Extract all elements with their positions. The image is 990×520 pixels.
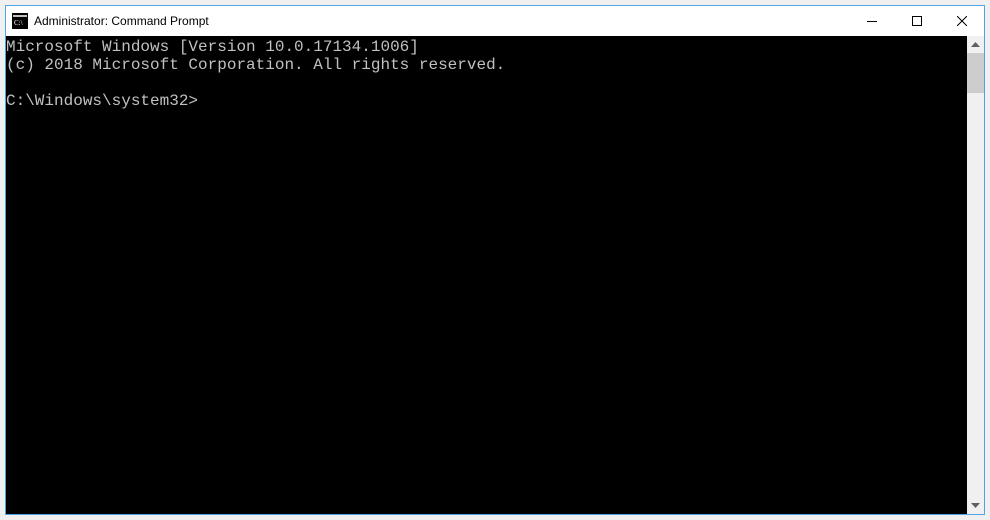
client-area: Microsoft Windows [Version 10.0.17134.10…: [6, 36, 984, 514]
console-line: Microsoft Windows [Version 10.0.17134.10…: [6, 38, 419, 56]
titlebar[interactable]: C:\ Administrator: Command Prompt: [6, 6, 984, 36]
cmd-icon: C:\: [12, 13, 28, 29]
window-title: Administrator: Command Prompt: [34, 14, 849, 28]
close-button[interactable]: [939, 6, 984, 36]
console-prompt: C:\Windows\system32>: [6, 92, 198, 110]
window-controls: [849, 6, 984, 36]
scroll-up-button[interactable]: [967, 36, 984, 53]
command-prompt-window: C:\ Administrator: Command Prompt Micros…: [5, 5, 985, 515]
console-output[interactable]: Microsoft Windows [Version 10.0.17134.10…: [6, 36, 967, 514]
minimize-button[interactable]: [849, 6, 894, 36]
svg-text:C:\: C:\: [14, 19, 23, 27]
console-line: (c) 2018 Microsoft Corporation. All righ…: [6, 56, 505, 74]
scroll-down-button[interactable]: [967, 497, 984, 514]
vertical-scrollbar[interactable]: [967, 36, 984, 514]
maximize-button[interactable]: [894, 6, 939, 36]
scroll-thumb[interactable]: [967, 53, 984, 93]
